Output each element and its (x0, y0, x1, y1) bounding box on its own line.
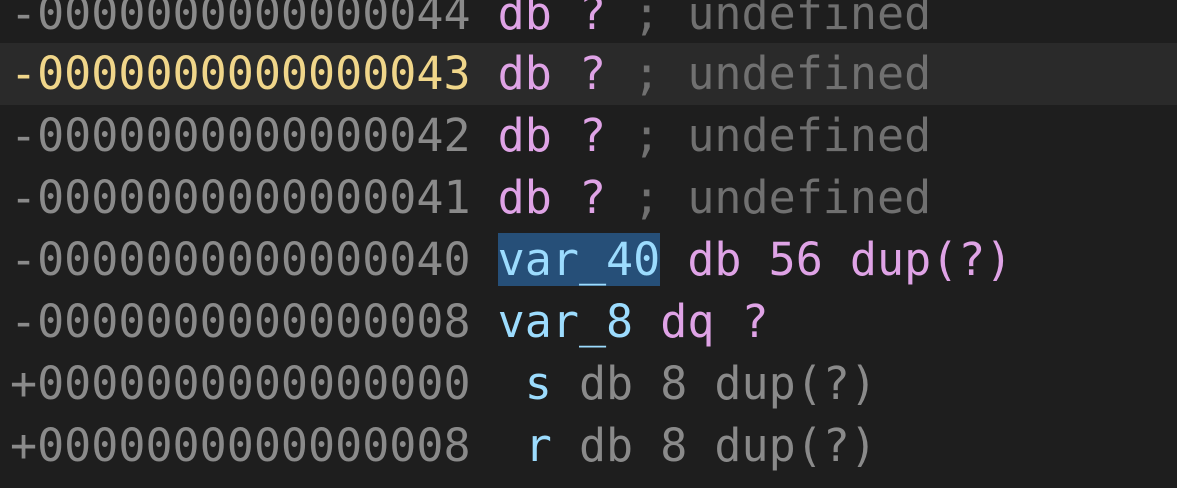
dup-expression: dup(?) (714, 419, 877, 472)
stack-offset: -0000000000000043 (10, 47, 471, 100)
directive: db (497, 47, 552, 100)
stack-line[interactable]: -0000000000000044 db ? ; undefined (0, 0, 1177, 45)
stack-line[interactable]: -0000000000000008 var_8 dq ? (0, 291, 1177, 353)
stack-offset: +0000000000000008 (10, 419, 471, 472)
count: 8 (660, 357, 688, 410)
stack-offset: -0000000000000008 (10, 295, 471, 348)
directive: db (497, 0, 552, 40)
stack-line[interactable]: -0000000000000040 var_40 db 56 dup(?) (0, 229, 1177, 291)
stack-offset: -0000000000000044 (10, 0, 471, 40)
directive: db (578, 419, 634, 472)
stack-line-current[interactable]: -0000000000000043 db ? ; undefined (0, 43, 1177, 105)
variable-name[interactable]: r (525, 419, 552, 472)
operand: ? (578, 171, 607, 224)
directive: db (497, 109, 552, 162)
stack-line[interactable]: +0000000000000000 s db 8 dup(?) (0, 353, 1177, 415)
stack-offset: +0000000000000000 (10, 357, 471, 410)
comment: ; undefined (633, 47, 932, 100)
directive: dq (660, 295, 715, 348)
operand: ? (741, 295, 769, 348)
stack-line[interactable]: -0000000000000042 db ? ; undefined (0, 105, 1177, 167)
stack-offset: -0000000000000041 (10, 171, 471, 224)
disassembly-stack-view[interactable]: -0000000000000044 db ? ; undefined -0000… (0, 0, 1177, 488)
directive: db (497, 171, 552, 224)
variable-name-selected[interactable]: var_40 (497, 233, 661, 286)
stack-offset: -0000000000000042 (10, 109, 471, 162)
count: 8 (660, 419, 688, 472)
dup-expression: dup(?) (714, 357, 877, 410)
comment: ; undefined (633, 0, 932, 40)
stack-line[interactable]: +0000000000000008 r db 8 dup(?) (0, 415, 1177, 477)
operand: ? (578, 47, 607, 100)
comment: ; undefined (633, 171, 932, 224)
operand: ? (578, 0, 607, 40)
dup-expression: dup(?) (849, 233, 1013, 286)
operand: ? (578, 109, 607, 162)
stack-line[interactable]: -0000000000000041 db ? ; undefined (0, 167, 1177, 229)
comment: ; undefined (633, 109, 932, 162)
stack-offset: -0000000000000040 (10, 233, 471, 286)
variable-name[interactable]: var_8 (498, 295, 633, 348)
directive: db (687, 233, 742, 286)
directive: db (578, 357, 634, 410)
variable-name[interactable]: s (525, 357, 552, 410)
count: 56 (768, 233, 823, 286)
